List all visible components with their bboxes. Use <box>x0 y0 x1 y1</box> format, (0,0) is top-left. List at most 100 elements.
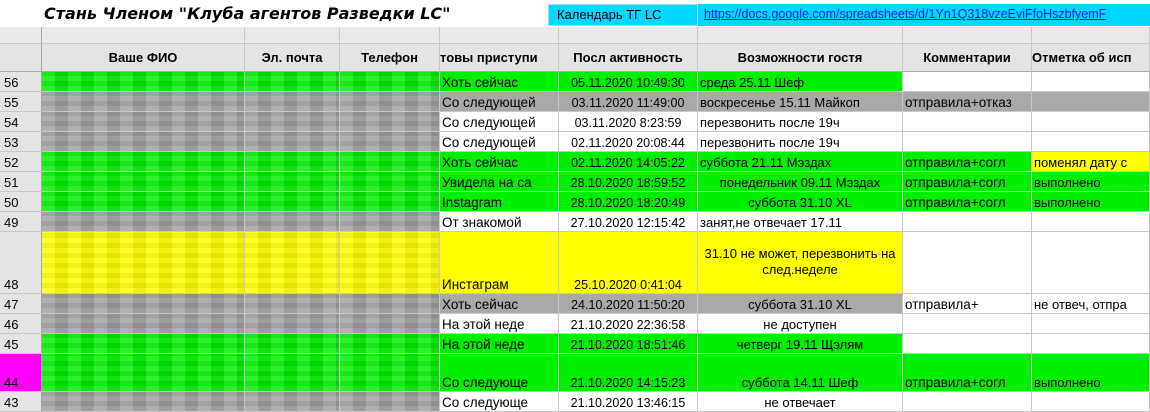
guest-cell[interactable]: суббота 14.11 Шеф <box>698 354 903 392</box>
ready-cell[interactable]: От знакомой <box>440 212 559 232</box>
header-phone[interactable]: Телефон <box>340 44 440 72</box>
comment-cell[interactable]: отправила+ <box>903 294 1032 314</box>
ready-cell[interactable]: Instagram <box>440 192 559 212</box>
name-cell[interactable] <box>42 72 245 92</box>
guest-cell[interactable]: суббота 31.10 XL <box>698 294 903 314</box>
name-cell[interactable] <box>42 172 245 192</box>
row-number[interactable]: 46 <box>0 314 42 334</box>
activity-cell[interactable]: 02.11.2020 20:08:44 <box>559 132 698 152</box>
email-cell[interactable] <box>245 172 340 192</box>
guest-cell[interactable]: воскресенье 15.11 Майкоп <box>698 92 903 112</box>
email-cell[interactable] <box>245 192 340 212</box>
ready-cell[interactable]: Инстаграм <box>440 232 559 294</box>
header-ready[interactable]: товы приступи <box>440 44 559 72</box>
email-cell[interactable] <box>245 72 340 92</box>
row-number[interactable]: 43 <box>0 392 42 412</box>
mark-cell[interactable] <box>1032 92 1150 112</box>
ready-cell[interactable]: На этой неде <box>440 314 559 334</box>
email-cell[interactable] <box>245 212 340 232</box>
mark-cell[interactable]: не отвеч, отпра <box>1032 294 1150 314</box>
header-guest[interactable]: Возможности гостя <box>698 44 903 72</box>
row-number[interactable] <box>0 44 42 72</box>
guest-cell[interactable]: суббота 31.10 XL <box>698 192 903 212</box>
comment-cell[interactable]: отправила+отказ <box>903 92 1032 112</box>
phone-cell[interactable] <box>340 112 440 132</box>
phone-cell[interactable] <box>340 294 440 314</box>
comment-cell[interactable] <box>903 232 1032 294</box>
name-cell[interactable] <box>42 212 245 232</box>
cell[interactable] <box>698 27 903 44</box>
name-cell[interactable] <box>42 392 245 412</box>
activity-cell[interactable]: 24.10.2020 11:50:20 <box>559 294 698 314</box>
activity-cell[interactable]: 28.10.2020 18:59:52 <box>559 172 698 192</box>
ready-cell[interactable]: Со следующе <box>440 354 559 392</box>
comment-cell[interactable] <box>903 112 1032 132</box>
row-number[interactable]: 48 <box>0 232 42 294</box>
email-cell[interactable] <box>245 314 340 334</box>
phone-cell[interactable] <box>340 334 440 354</box>
guest-cell[interactable]: перезвонить после 19ч <box>698 112 903 132</box>
name-cell[interactable] <box>42 192 245 212</box>
activity-cell[interactable]: 21.10.2020 18:51:46 <box>559 334 698 354</box>
cell[interactable] <box>1032 27 1150 44</box>
cell[interactable] <box>440 27 559 44</box>
mark-cell[interactable] <box>1032 232 1150 294</box>
sheet-title[interactable]: Стань Членом "Клуба агентов Разведки LC" <box>44 4 451 23</box>
name-cell[interactable] <box>42 314 245 334</box>
name-cell[interactable] <box>42 294 245 314</box>
name-cell[interactable] <box>42 334 245 354</box>
mark-cell[interactable] <box>1032 72 1150 92</box>
row-number[interactable]: 53 <box>0 132 42 152</box>
email-cell[interactable] <box>245 112 340 132</box>
ready-cell[interactable]: Хоть сейчас <box>440 72 559 92</box>
ready-cell[interactable]: Со следующей <box>440 132 559 152</box>
activity-cell[interactable]: 03.11.2020 8:23:59 <box>559 112 698 132</box>
activity-cell[interactable]: 05.11.2020 10:49:30 <box>559 72 698 92</box>
comment-cell[interactable] <box>903 314 1032 334</box>
ready-cell[interactable]: Со следующей <box>440 92 559 112</box>
phone-cell[interactable] <box>340 392 440 412</box>
header-comments[interactable]: Комментарии <box>903 44 1032 72</box>
ready-cell[interactable]: Хоть сейчас <box>440 152 559 172</box>
activity-cell[interactable]: 21.10.2020 22:36:58 <box>559 314 698 334</box>
ready-cell[interactable]: Со следующе <box>440 392 559 412</box>
mark-cell[interactable] <box>1032 212 1150 232</box>
mark-cell[interactable] <box>1032 314 1150 334</box>
activity-cell[interactable]: 28.10.2020 18:20:49 <box>559 192 698 212</box>
row-number[interactable]: 45 <box>0 334 42 354</box>
row-number[interactable]: 52 <box>0 152 42 172</box>
name-cell[interactable] <box>42 112 245 132</box>
email-cell[interactable] <box>245 354 340 392</box>
comment-cell[interactable] <box>903 334 1032 354</box>
activity-cell[interactable]: 02.11.2020 14:05:22 <box>559 152 698 172</box>
activity-cell[interactable]: 25.10.2020 0:41:04 <box>559 232 698 294</box>
row-number[interactable]: 54 <box>0 112 42 132</box>
mark-cell[interactable]: выполнено <box>1032 354 1150 392</box>
guest-cell[interactable]: не отвечает <box>698 392 903 412</box>
mark-cell[interactable] <box>1032 392 1150 412</box>
email-cell[interactable] <box>245 294 340 314</box>
row-number[interactable]: 49 <box>0 212 42 232</box>
name-cell[interactable] <box>42 132 245 152</box>
email-cell[interactable] <box>245 334 340 354</box>
row-number[interactable] <box>0 27 42 44</box>
ready-cell[interactable]: Со следующей <box>440 112 559 132</box>
guest-cell[interactable]: понедельник 09.11 Мэздах <box>698 172 903 192</box>
activity-cell[interactable]: 21.10.2020 13:46:15 <box>559 392 698 412</box>
phone-cell[interactable] <box>340 354 440 392</box>
cell[interactable] <box>42 27 245 44</box>
row-number[interactable]: 50 <box>0 192 42 212</box>
row-number[interactable]: 47 <box>0 294 42 314</box>
guest-cell[interactable]: перезвонить после 19ч <box>698 132 903 152</box>
calendar-link[interactable]: https://docs.google.com/spreadsheets/d/1… <box>698 4 1150 26</box>
mark-cell[interactable]: выполнено <box>1032 172 1150 192</box>
header-name[interactable]: Ваше ФИО <box>42 44 245 72</box>
phone-cell[interactable] <box>340 232 440 294</box>
name-cell[interactable] <box>42 152 245 172</box>
phone-cell[interactable] <box>340 212 440 232</box>
mark-cell[interactable]: поменял дату с <box>1032 152 1150 172</box>
activity-cell[interactable]: 27.10.2020 12:15:42 <box>559 212 698 232</box>
comment-cell[interactable]: отправила+согл <box>903 152 1032 172</box>
activity-cell[interactable]: 03.11.2020 11:49:00 <box>559 92 698 112</box>
row-number[interactable]: 51 <box>0 172 42 192</box>
